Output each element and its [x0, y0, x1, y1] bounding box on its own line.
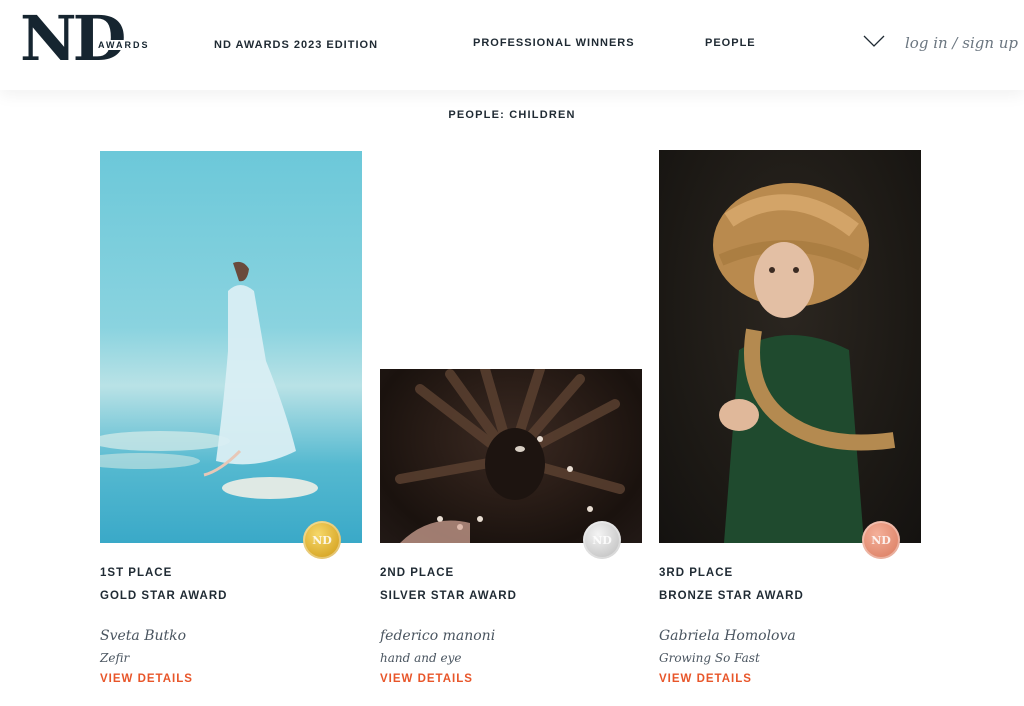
card-2-work-title: hand and eye	[380, 651, 462, 665]
login-signup-link[interactable]: log in / sign up	[905, 34, 1018, 52]
gold-medal-icon: ND	[303, 521, 341, 559]
card-1-place: 1ST PLACE	[100, 567, 173, 579]
winner-photo-1[interactable]	[100, 151, 362, 543]
card-2-view-details-link[interactable]: VIEW DETAILS	[380, 673, 473, 685]
card-1-view-details-link[interactable]: VIEW DETAILS	[100, 673, 193, 685]
card-3-view-details-link[interactable]: VIEW DETAILS	[659, 673, 752, 685]
card-3-award: BRONZE STAR AWARD	[659, 590, 804, 602]
card-1-award: GOLD STAR AWARD	[100, 590, 228, 602]
card-2-artist[interactable]: federico manoni	[380, 628, 495, 644]
card-3-place: 3RD PLACE	[659, 567, 734, 579]
card-3-work-title: Growing So Fast	[659, 651, 760, 665]
card-1-artist[interactable]: Sveta Butko	[100, 628, 186, 644]
silver-medal-icon: ND	[583, 521, 621, 559]
section-title: PEOPLE: CHILDREN	[448, 109, 576, 121]
card-2-award: SILVER STAR AWARD	[380, 590, 517, 602]
nav-people-link[interactable]: PEOPLE	[705, 37, 756, 49]
nav-edition-link[interactable]: ND AWARDS 2023 EDITION	[214, 39, 378, 51]
winner-photo-2[interactable]	[380, 369, 642, 543]
card-1-work-title: Zefir	[100, 651, 130, 665]
chevron-down-icon[interactable]	[862, 28, 886, 52]
logo-mark: ND	[20, 2, 126, 75]
site-header: ND AWARDS ND AWARDS 2023 EDITION PROFESS…	[0, 0, 1024, 90]
nd-awards-logo[interactable]: ND AWARDS	[20, 8, 160, 74]
nav-professional-winners-link[interactable]: PROFESSIONAL WINNERS	[473, 37, 635, 49]
card-3-artist[interactable]: Gabriela Homolova	[659, 628, 796, 644]
card-2-place: 2ND PLACE	[380, 567, 455, 579]
bronze-medal-icon: ND	[862, 521, 900, 559]
logo-awards-text: AWARDS	[96, 40, 152, 50]
winner-photo-3[interactable]	[659, 150, 921, 543]
